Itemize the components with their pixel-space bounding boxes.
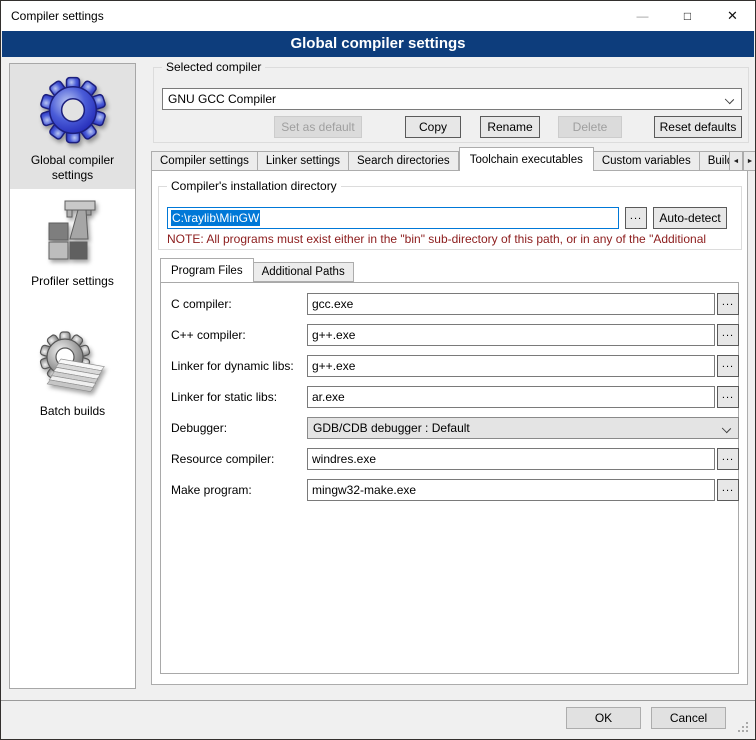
ellipsis-icon: ...	[630, 210, 642, 222]
selected-compiler-value: GNU GCC Compiler	[168, 92, 276, 106]
browse-cpp-compiler-button[interactable]: ...	[717, 324, 739, 346]
cpp-compiler-row: C++ compiler: ...	[161, 324, 738, 346]
dialog-banner: Global compiler settings	[2, 31, 754, 57]
reset-defaults-button[interactable]: Reset defaults	[654, 116, 742, 138]
title-bar: Compiler settings — □ ✕	[1, 1, 755, 31]
selected-compiler-group: Selected compiler GNU GCC Compiler Set a…	[153, 67, 749, 143]
browse-directory-button[interactable]: ...	[625, 207, 647, 229]
c-compiler-input[interactable]	[307, 293, 715, 315]
ellipsis-icon: ...	[722, 296, 734, 308]
tab-scroll-right-button[interactable]: ►	[743, 151, 756, 171]
group-label: Selected compiler	[162, 60, 265, 74]
debugger-row: Debugger: GDB/CDB debugger : Default	[161, 417, 738, 439]
field-label: Linker for static libs:	[171, 390, 277, 404]
minimize-icon: —	[637, 9, 649, 23]
resource-compiler-row: Resource compiler: ...	[161, 448, 738, 470]
dynamic-linker-input[interactable]	[307, 355, 715, 377]
sidebar-item-global-compiler-settings[interactable]: Global compiler settings	[10, 64, 135, 189]
program-files-tab-bar: Program Files Additional Paths	[160, 258, 354, 282]
installation-directory-input[interactable]: C:\raylib\MinGW	[167, 207, 619, 229]
browse-static-linker-button[interactable]: ...	[717, 386, 739, 408]
toolchain-executables-page: Compiler's installation directory C:\ray…	[151, 170, 748, 685]
ellipsis-icon: ...	[722, 327, 734, 339]
minimize-button[interactable]: —	[620, 1, 665, 31]
caliper-blocks-icon	[41, 199, 105, 272]
tab-program-files[interactable]: Program Files	[160, 258, 254, 282]
resize-grip-icon[interactable]	[738, 722, 750, 734]
field-label: C++ compiler:	[171, 328, 246, 342]
copy-button[interactable]: Copy	[405, 116, 461, 138]
tab-linker-settings[interactable]: Linker settings	[258, 151, 349, 171]
arrow-right-icon: ►	[747, 158, 754, 165]
bin-subdirectory-note: NOTE: All programs must exist either in …	[167, 232, 741, 246]
field-label: Debugger:	[171, 421, 227, 435]
tab-compiler-settings[interactable]: Compiler settings	[151, 151, 258, 171]
resource-compiler-input[interactable]	[307, 448, 715, 470]
ok-button[interactable]: OK	[566, 707, 641, 729]
arrow-left-icon: ◄	[733, 158, 740, 165]
gray-gear-stack-icon	[33, 329, 113, 402]
static-linker-row: Linker for static libs: ...	[161, 386, 738, 408]
sidebar-item-label: Profiler settings	[10, 272, 135, 295]
auto-detect-button[interactable]: Auto-detect	[653, 207, 727, 229]
settings-category-list: Global compiler settings Profiler sett	[9, 63, 136, 689]
installation-directory-group: Compiler's installation directory C:\ray…	[158, 186, 742, 250]
dynamic-linker-row: Linker for dynamic libs: ...	[161, 355, 738, 377]
cpp-compiler-input[interactable]	[307, 324, 715, 346]
compiler-actions: Set as default Copy Rename Delete Reset …	[162, 116, 742, 138]
close-icon: ✕	[727, 8, 738, 24]
rename-button[interactable]: Rename	[480, 116, 540, 138]
sidebar-item-profiler-settings[interactable]: Profiler settings	[10, 199, 135, 295]
make-program-row: Make program: ...	[161, 479, 738, 501]
footer-separator	[1, 700, 755, 701]
ellipsis-icon: ...	[722, 358, 734, 370]
debugger-dropdown[interactable]: GDB/CDB debugger : Default	[307, 417, 739, 439]
set-as-default-button[interactable]: Set as default	[274, 116, 362, 138]
tab-additional-paths[interactable]: Additional Paths	[254, 262, 354, 282]
ellipsis-icon: ...	[722, 482, 734, 494]
blue-gear-icon	[34, 70, 112, 151]
browse-resource-compiler-button[interactable]: ...	[717, 448, 739, 470]
group-label: Compiler's installation directory	[167, 179, 341, 193]
field-label: C compiler:	[171, 297, 232, 311]
close-button[interactable]: ✕	[710, 1, 755, 31]
browse-c-compiler-button[interactable]: ...	[717, 293, 739, 315]
tab-search-directories[interactable]: Search directories	[349, 151, 459, 171]
maximize-icon: □	[684, 9, 691, 23]
sidebar-item-label: Batch builds	[10, 402, 135, 425]
sidebar-item-batch-builds[interactable]: Batch builds	[10, 329, 135, 425]
tab-custom-variables[interactable]: Custom variables	[594, 151, 700, 171]
window-title: Compiler settings	[11, 9, 104, 23]
browse-make-program-button[interactable]: ...	[717, 479, 739, 501]
ellipsis-icon: ...	[722, 451, 734, 463]
sidebar-item-label: Global compiler settings	[10, 151, 135, 189]
make-program-input[interactable]	[307, 479, 715, 501]
tab-build-options[interactable]: Build options	[700, 151, 729, 171]
c-compiler-row: C compiler: ...	[161, 293, 738, 315]
debugger-value: GDB/CDB debugger : Default	[313, 421, 470, 435]
chevron-down-icon	[725, 95, 734, 104]
tab-scroll-left-button[interactable]: ◄	[729, 151, 743, 171]
installation-directory-value: C:\raylib\MinGW	[171, 210, 260, 226]
delete-button[interactable]: Delete	[558, 116, 622, 138]
selected-compiler-dropdown[interactable]: GNU GCC Compiler	[162, 88, 742, 110]
program-files-panel: C compiler: ... C++ compiler: ... Linker…	[160, 282, 739, 674]
field-label: Linker for dynamic libs:	[171, 359, 294, 373]
chevron-down-icon	[722, 424, 731, 433]
tab-toolchain-executables[interactable]: Toolchain executables	[459, 147, 594, 171]
ellipsis-icon: ...	[722, 389, 734, 401]
compiler-settings-dialog: Compiler settings — □ ✕ Global compiler …	[0, 0, 756, 740]
browse-dynamic-linker-button[interactable]: ...	[717, 355, 739, 377]
maximize-button[interactable]: □	[665, 1, 710, 31]
settings-tab-bar: Compiler settings Linker settings Search…	[151, 147, 729, 171]
field-label: Make program:	[171, 483, 252, 497]
field-label: Resource compiler:	[171, 452, 274, 466]
static-linker-input[interactable]	[307, 386, 715, 408]
cancel-button[interactable]: Cancel	[651, 707, 726, 729]
